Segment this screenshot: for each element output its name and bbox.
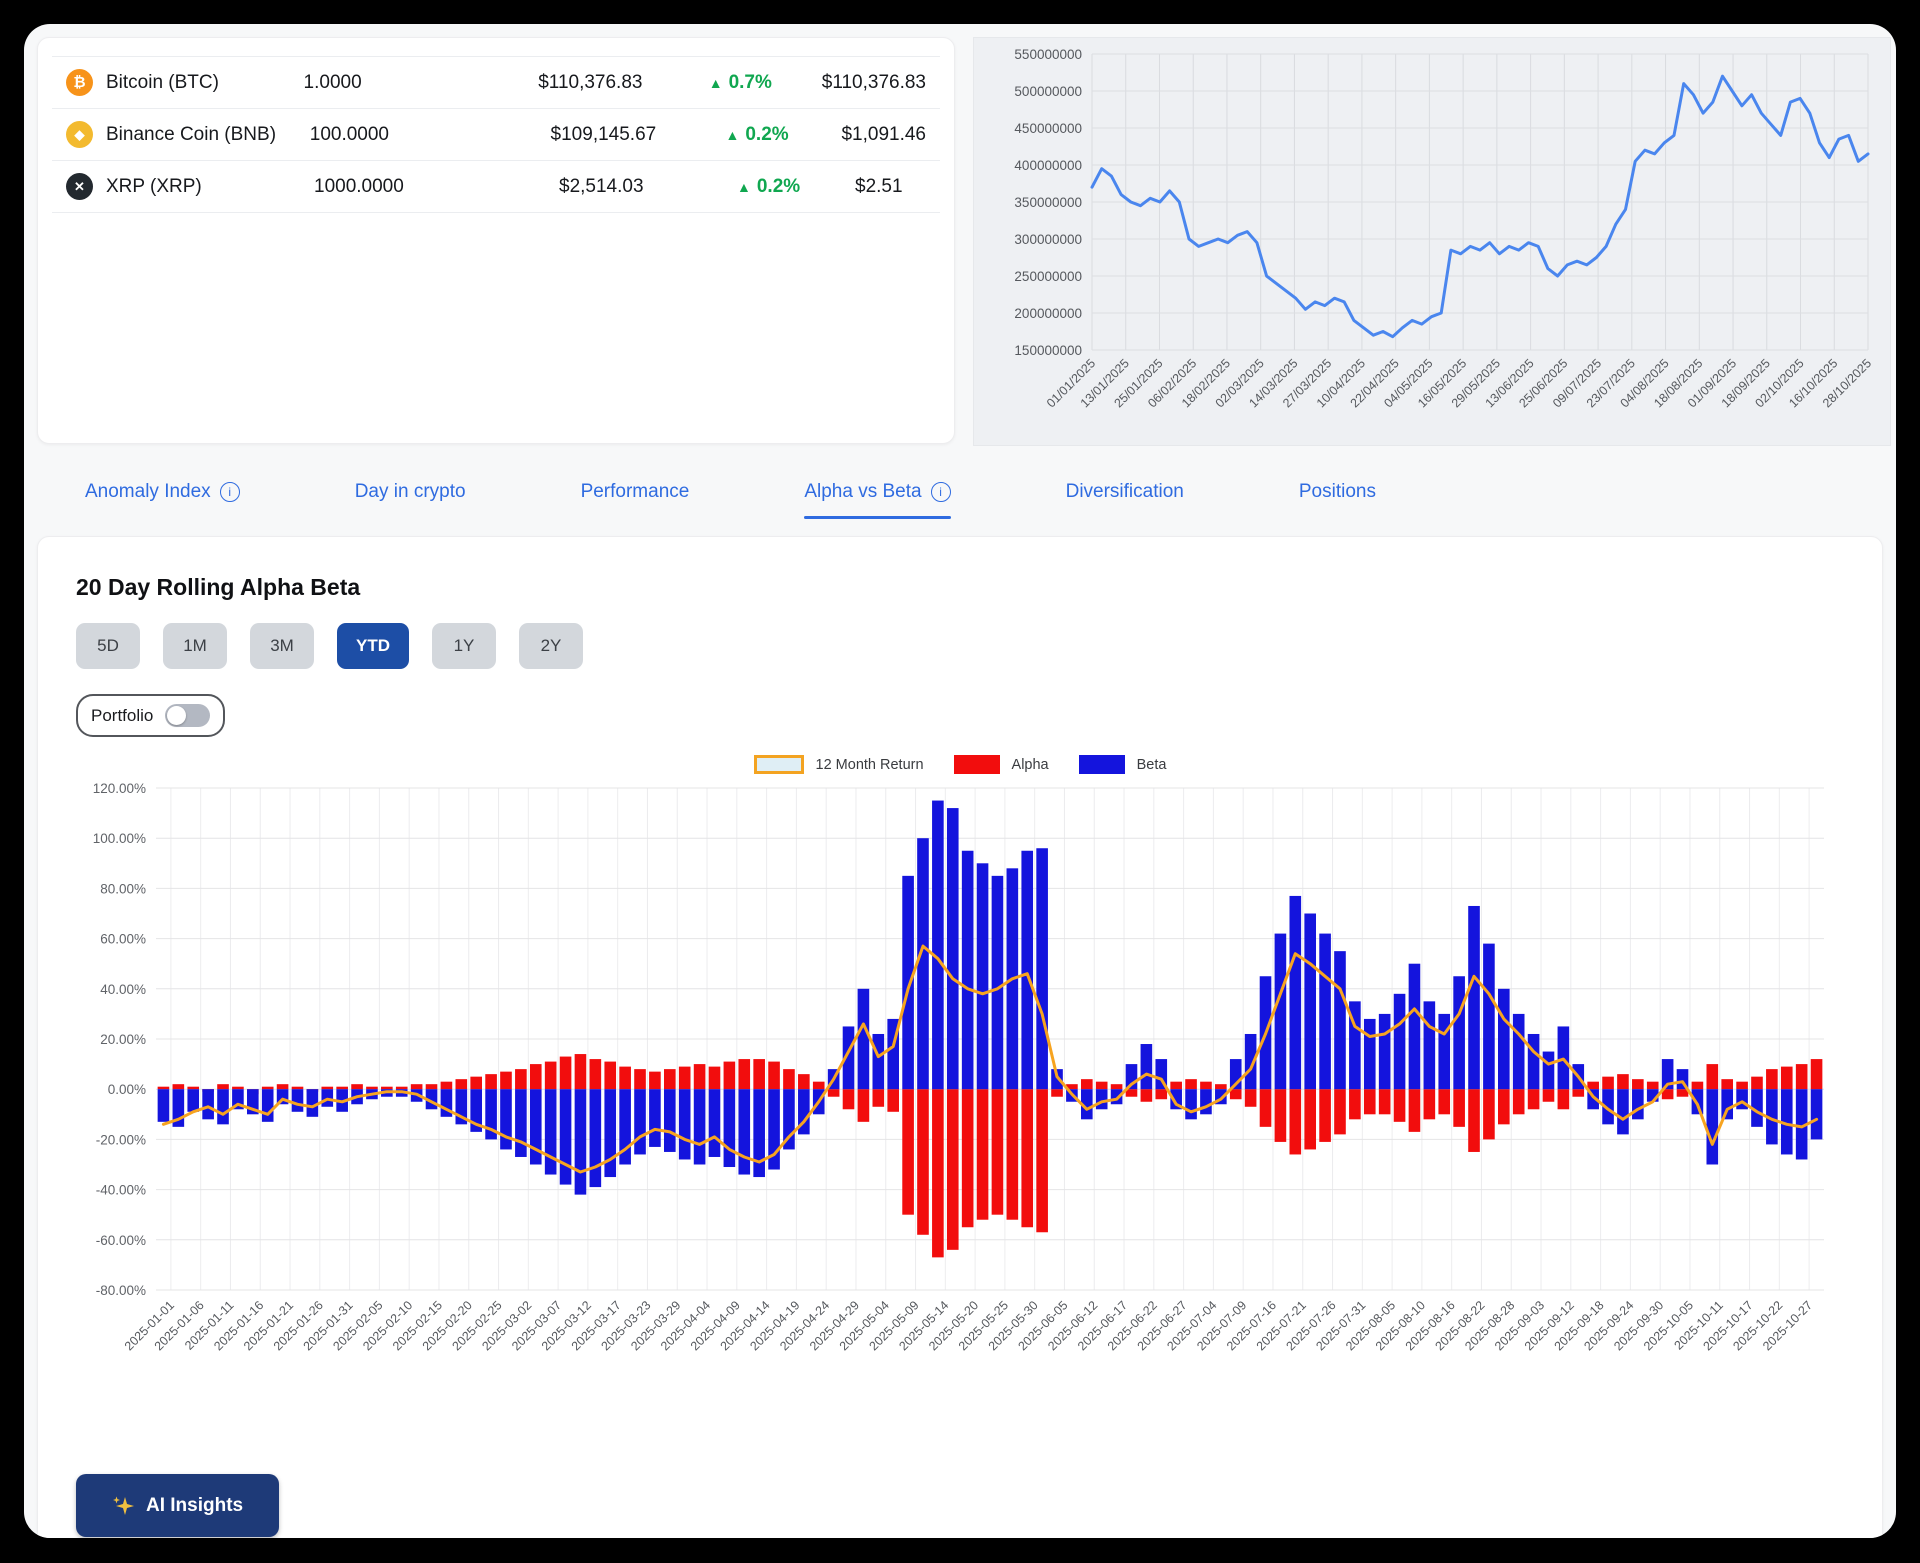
alpha-beta-panel: 20 Day Rolling Alpha Beta 5D 1M 3M YTD 1… [37,536,1883,1538]
range-button-1m[interactable]: 1M [163,623,227,669]
change-cell: ▲ 0.2% [726,124,842,146]
tab-label: Day in crypto [355,481,466,503]
range-button-ytd[interactable]: YTD [337,623,409,669]
svg-text:-60.00%: -60.00% [96,1233,146,1248]
coin-name: XRP (XRP) [106,176,202,198]
coin-name: Bitcoin (BTC) [106,72,219,94]
svg-text:250000000: 250000000 [1014,269,1082,284]
up-triangle-icon: ▲ [726,127,740,143]
change-value: 0.7% [729,72,772,93]
alpha-swatch-icon [954,755,1000,774]
legend-label: Alpha [1012,757,1049,773]
change-value: 0.2% [745,124,788,145]
tab-label: Performance [581,481,690,503]
portfolio-value-card: 01/01/202513/01/202525/01/202506/02/2025… [973,37,1891,446]
range-buttons: 5D 1M 3M YTD 1Y 2Y [76,623,1844,669]
svg-text:150000000: 150000000 [1014,343,1082,358]
range-button-5d[interactable]: 5D [76,623,140,669]
legend-item-alpha: Alpha [954,755,1049,774]
svg-text:450000000: 450000000 [1014,121,1082,136]
legend-item-beta: Beta [1079,755,1167,774]
toggle-switch-icon[interactable] [165,704,210,727]
value-cell: $1,091.46 [841,124,926,146]
svg-text:-20.00%: -20.00% [96,1132,146,1147]
svg-text:100.00%: 100.00% [93,831,146,846]
coin-cell: ◆ Binance Coin (BNB) [66,121,310,148]
app-window: ₿ Bitcoin (BTC) 1.0000 $110,376.83 ▲ 0.7%… [24,24,1896,1538]
legend-item-return: 12 Month Return [754,755,924,774]
svg-text:300000000: 300000000 [1014,232,1082,247]
legend-label: Beta [1137,757,1167,773]
svg-text:40.00%: 40.00% [100,982,146,997]
bnb-icon: ◆ [66,121,93,148]
tab-label: Alpha vs Beta [804,481,921,503]
holdings-card: ₿ Bitcoin (BTC) 1.0000 $110,376.83 ▲ 0.7%… [37,37,955,444]
value-cell: $2.51 [855,176,926,198]
alpha-beta-chart: 2025-01-012025-01-062025-01-112025-01-16… [76,780,1838,1435]
top-row: ₿ Bitcoin (BTC) 1.0000 $110,376.83 ▲ 0.7%… [24,24,1896,446]
quantity-cell: 100.0000 [310,124,551,146]
svg-text:0.00%: 0.00% [108,1082,146,1097]
tab-anomaly-index[interactable]: Anomaly Index i [85,481,240,519]
price-cell: $109,145.67 [551,124,726,146]
beta-swatch-icon [1079,755,1125,774]
btc-icon: ₿ [66,69,93,96]
table-row[interactable]: ✕ XRP (XRP) 1000.0000 $2,514.03 ▲ 0.2% $2… [52,161,940,213]
svg-text:350000000: 350000000 [1014,195,1082,210]
portfolio-toggle[interactable]: Portfolio [76,694,225,737]
range-button-2y[interactable]: 2Y [519,623,583,669]
return-swatch-icon [754,755,804,774]
tab-bar: Anomaly Index i Day in crypto Performance… [24,446,1896,519]
price-cell: $110,376.83 [538,72,709,94]
price-cell: $2,514.03 [559,176,737,198]
tab-label: Anomaly Index [85,481,211,503]
svg-text:60.00%: 60.00% [100,932,146,947]
quantity-cell: 1000.0000 [314,176,559,198]
sparkle-icon [112,1495,134,1517]
svg-text:80.00%: 80.00% [100,881,146,896]
svg-text:400000000: 400000000 [1014,158,1082,173]
svg-text:-40.00%: -40.00% [96,1183,146,1198]
ai-insights-label: AI Insights [146,1495,243,1517]
ai-insights-button[interactable]: AI Insights [76,1474,279,1537]
info-icon[interactable]: i [220,482,240,502]
coin-cell: ✕ XRP (XRP) [66,173,314,200]
svg-text:20.00%: 20.00% [100,1032,146,1047]
table-row[interactable]: ₿ Bitcoin (BTC) 1.0000 $110,376.83 ▲ 0.7%… [52,56,940,109]
up-triangle-icon: ▲ [709,75,723,91]
range-button-1y[interactable]: 1Y [432,623,496,669]
tab-label: Positions [1299,481,1376,503]
up-triangle-icon: ▲ [737,179,751,195]
tab-label: Diversification [1066,481,1184,503]
svg-text:550000000: 550000000 [1014,47,1082,62]
tab-alpha-vs-beta[interactable]: Alpha vs Beta i [804,481,950,519]
tab-day-in-crypto[interactable]: Day in crypto [355,481,466,519]
table-row[interactable]: ◆ Binance Coin (BNB) 100.0000 $109,145.6… [52,109,940,161]
svg-text:-80.00%: -80.00% [96,1283,146,1298]
range-button-3m[interactable]: 3M [250,623,314,669]
svg-text:120.00%: 120.00% [93,781,146,796]
svg-text:500000000: 500000000 [1014,84,1082,99]
change-value: 0.2% [757,176,800,197]
page-title: 20 Day Rolling Alpha Beta [76,574,1844,601]
chart-legend: 12 Month Return Alpha Beta [76,755,1844,774]
change-cell: ▲ 0.7% [709,72,822,94]
portfolio-toggle-label: Portfolio [91,706,153,726]
tab-diversification[interactable]: Diversification [1066,481,1184,519]
coin-cell: ₿ Bitcoin (BTC) [66,69,304,96]
portfolio-value-chart: 01/01/202513/01/202525/01/202506/02/2025… [974,38,1890,442]
svg-text:200000000: 200000000 [1014,306,1082,321]
tab-positions[interactable]: Positions [1299,481,1376,519]
info-icon[interactable]: i [931,482,951,502]
tab-performance[interactable]: Performance [581,481,690,519]
xrp-icon: ✕ [66,173,93,200]
quantity-cell: 1.0000 [304,72,539,94]
value-cell: $110,376.83 [822,72,926,94]
coin-name: Binance Coin (BNB) [106,124,276,146]
change-cell: ▲ 0.2% [737,176,855,198]
legend-label: 12 Month Return [816,757,924,773]
alpha-beta-chart-wrap: 2025-01-012025-01-062025-01-112025-01-16… [76,780,1844,1440]
